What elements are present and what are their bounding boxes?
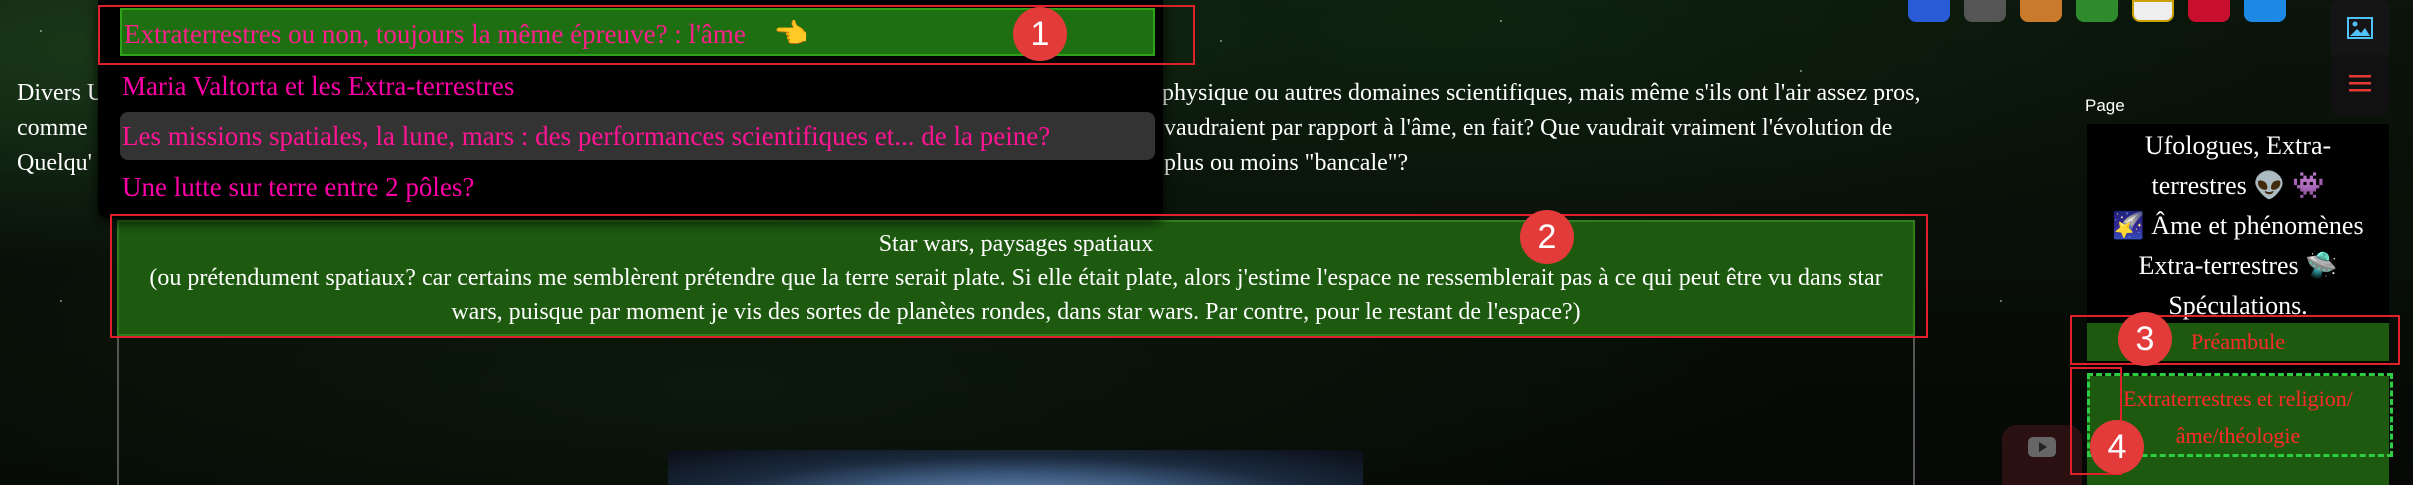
annotation-badge-3: 3	[2118, 312, 2172, 366]
star	[40, 30, 42, 32]
sidebar-title-line: 🌠 Âme et phénomènes	[2112, 211, 2364, 240]
image-icon	[2346, 16, 2374, 45]
starwars-section: Star wars, paysages spatiaux (ou prétend…	[117, 220, 1915, 336]
app-icon-blue[interactable]	[1908, 0, 1950, 22]
app-icon-gray[interactable]	[1964, 0, 2006, 22]
sidebar-title-line: Ufologues, Extra-	[2144, 131, 2332, 160]
star	[60, 300, 62, 302]
intro-line1-left: Divers U	[17, 80, 105, 106]
sidebar-link-label: Extraterrestres et religion/	[2123, 386, 2353, 411]
pointing-hand-icon: 👈	[773, 19, 809, 50]
annotation-badge-4: 4	[2090, 420, 2144, 474]
planet-image	[668, 450, 1363, 485]
image-button[interactable]	[2330, 0, 2390, 60]
dropdown-item-valtorta[interactable]: Maria Valtorta et les Extra-terrestres	[120, 62, 1155, 110]
sidebar-title-line: Extra-terrestres 🛸	[2138, 251, 2338, 280]
star	[2000, 300, 2002, 302]
intro-line1-right: physique ou autres domaines scientifique…	[1162, 80, 1921, 106]
dropdown-item-label: Les missions spatiales, la lune, mars : …	[122, 121, 1051, 151]
starwars-title: Star wars, paysages spatiaux	[878, 231, 1154, 257]
star	[1220, 40, 1222, 42]
toolbar	[1908, 0, 2286, 22]
intro-line2-right: vaudraient par rapport à l'âme, en fait?…	[1164, 115, 1893, 141]
intro-line3-left: Quelqu'	[17, 150, 92, 176]
annotation-badge-1: 1	[1013, 7, 1067, 61]
youtube-icon	[2028, 437, 2056, 462]
app-icon-orange[interactable]	[2020, 0, 2062, 22]
app-icon-cyan[interactable]	[2244, 0, 2286, 22]
hamburger-menu-icon	[2349, 74, 2371, 97]
starwars-body: (ou prétendument spatiaux? car certains …	[149, 265, 1883, 325]
app-icon-red[interactable]	[2188, 0, 2230, 22]
sidebar-label: Page	[2085, 96, 2125, 115]
app-icon-white[interactable]	[2132, 0, 2174, 22]
sidebar-link-label: Préambule	[2190, 329, 2286, 354]
dropdown-menu: Extraterrestres ou non, toujours la même…	[98, 0, 1163, 218]
annotation-badge-2: 2	[1520, 210, 1574, 264]
dropdown-item-label: Une lutte sur terre entre 2 pôles?	[122, 172, 475, 202]
dropdown-item-missions[interactable]: Les missions spatiales, la lune, mars : …	[120, 112, 1155, 160]
star	[1500, 20, 1502, 22]
dropdown-item-ame[interactable]: Extraterrestres ou non, toujours la même…	[120, 8, 1155, 56]
intro-line2-left: comme	[17, 115, 88, 141]
dropdown-item-label: Extraterrestres ou non, toujours la même…	[124, 19, 746, 49]
star	[1800, 70, 1802, 72]
app-icon-green[interactable]	[2076, 0, 2118, 22]
dropdown-item-label: Maria Valtorta et les Extra-terrestres	[122, 71, 515, 101]
sidebar-title-line: terrestres 👽 👾	[2151, 171, 2325, 200]
dropdown-item-lutte[interactable]: Une lutte sur terre entre 2 pôles?	[120, 163, 1155, 211]
sidebar-title: Ufologues, Extra- terrestres 👽 👾 🌠 Âme e…	[2087, 124, 2389, 414]
intro-line3-right: plus ou moins "bancale"?	[1164, 150, 1409, 176]
youtube-button[interactable]	[2002, 425, 2082, 485]
